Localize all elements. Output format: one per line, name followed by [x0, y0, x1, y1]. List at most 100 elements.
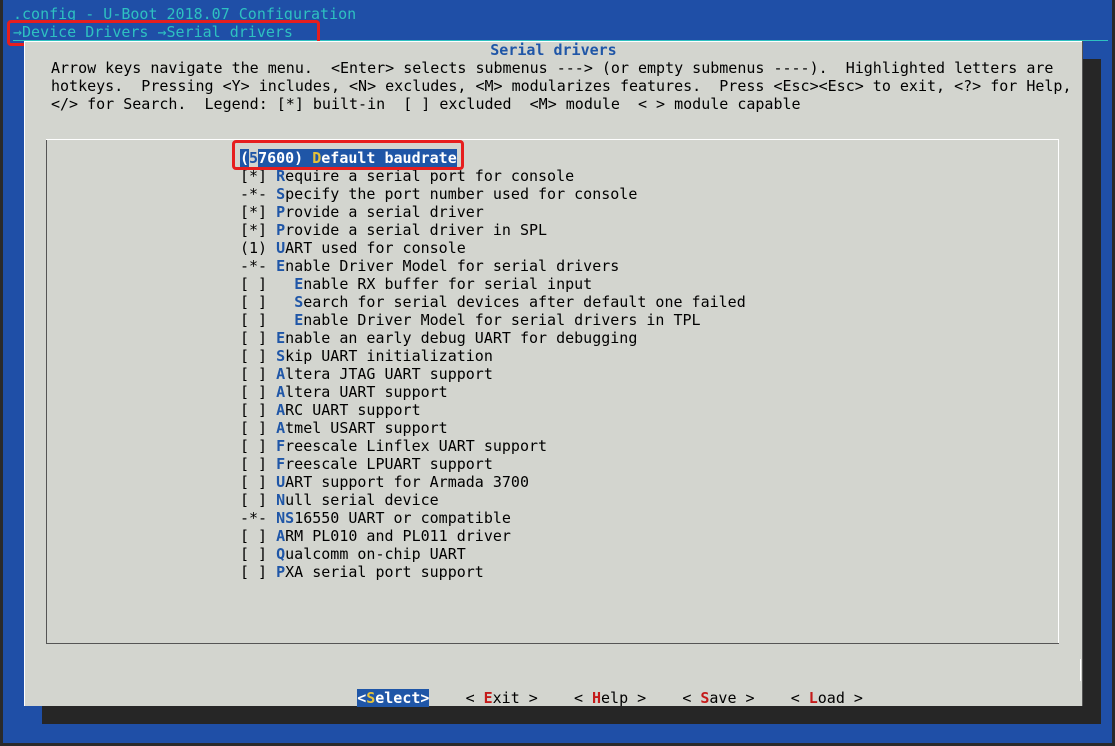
menu-item-state: [ ]	[240, 401, 277, 419]
menu-item-hotkey: E	[294, 311, 304, 329]
menu-item-hotkey: Q	[276, 545, 286, 563]
menu-item-label: nable an early debug UART for debugging	[285, 329, 638, 347]
menu-item[interactable]: [ ] UART support for Armada 3700	[240, 473, 746, 491]
menu-item-state: [*]	[240, 203, 277, 221]
menu-item-state: [ ]	[240, 437, 277, 455]
menu-item-hotkey: A	[276, 527, 286, 545]
menu-item[interactable]: [ ] Freescale Linflex UART support	[240, 437, 746, 455]
menu-item[interactable]: [ ] Skip UART initialization	[240, 347, 746, 365]
selected-item-highlight-box	[232, 140, 464, 170]
button-bracket: >	[519, 689, 538, 707]
button-label: elect	[375, 689, 421, 707]
button-label: elp	[601, 689, 629, 707]
help-button[interactable]: < Help >	[574, 689, 646, 707]
menu-item-state: [ ]	[240, 527, 277, 545]
menu-item-label: RM PL010 and PL011 driver	[285, 527, 511, 545]
menu-item[interactable]: [ ] Enable RX buffer for serial input	[240, 275, 746, 293]
menu-item-hotkey: A	[276, 419, 286, 437]
menu-item[interactable]: -*- Enable Driver Model for serial drive…	[240, 257, 746, 275]
help-text: Arrow keys navigate the menu. <Enter> se…	[51, 59, 1071, 113]
menu-item-label: RC UART support	[285, 401, 421, 419]
menu-item[interactable]: [ ] PXA serial port support	[240, 563, 746, 581]
menu-item-label: reescale LPUART support	[285, 455, 493, 473]
menu-item[interactable]: [ ] Enable Driver Model for serial drive…	[240, 311, 746, 329]
menu-item[interactable]: [ ] Qualcomm on-chip UART	[240, 545, 746, 563]
menu-item-state: [ ]	[240, 293, 277, 311]
menu-item-state: [ ]	[240, 275, 277, 293]
menu-item-state: -*-	[240, 257, 277, 275]
button-label: xit	[492, 689, 520, 707]
menu-item-hotkey: P	[276, 563, 286, 581]
menu-item[interactable]: [ ] ARM PL010 and PL011 driver	[240, 527, 746, 545]
button-label: oad	[817, 689, 845, 707]
help-line: Arrow keys navigate the menu. <Enter> se…	[51, 59, 1054, 77]
menu-item-indent	[276, 275, 294, 293]
button-hotkey: H	[592, 689, 602, 707]
button-bracket: <	[465, 689, 484, 707]
menu-item-state: [ ]	[240, 563, 277, 581]
menu-item-label: ART support for Armada 3700	[285, 473, 529, 491]
menu-box-corner-left	[46, 627, 47, 643]
load-button[interactable]: < Load >	[791, 689, 863, 707]
menu-item-state: (1)	[240, 239, 277, 257]
button-hotkey: S	[366, 689, 376, 707]
menu-item[interactable]: [ ] Freescale LPUART support	[240, 455, 746, 473]
menu-item-state: [ ]	[240, 329, 277, 347]
menu-item-hotkey: U	[276, 239, 286, 257]
menu-item-hotkey: A	[276, 365, 286, 383]
exit-button[interactable]: < Exit >	[466, 689, 538, 707]
menu-item[interactable]: [ ] Atmel USART support	[240, 419, 746, 437]
menu-item[interactable]: [ ] Search for serial devices after defa…	[240, 293, 746, 311]
dialog-border-right	[1082, 41, 1083, 706]
menu-item-hotkey: A	[276, 401, 286, 419]
menu-item-hotkey: NS	[276, 509, 295, 527]
menu-item[interactable]: [ ] Null serial device	[240, 491, 746, 509]
button-bracket: >	[628, 689, 647, 707]
menu-item[interactable]: [ ] Altera UART support	[240, 383, 746, 401]
menu-item-label: XA serial port support	[285, 563, 484, 581]
menu-item-hotkey: U	[276, 473, 286, 491]
menu-item[interactable]: [ ] Enable an early debug UART for debug…	[240, 329, 746, 347]
menu-item-state: [ ]	[240, 491, 277, 509]
menu-list: (57600) Default baudrate [*] Require a s…	[240, 149, 746, 581]
dialog-title: Serial drivers	[490, 41, 617, 59]
menu-item[interactable]: [*] Provide a serial driver	[240, 203, 746, 221]
menu-item-state: [ ]	[240, 455, 277, 473]
menu-item-hotkey: S	[294, 293, 304, 311]
menu-item-label: ART used for console	[285, 239, 466, 257]
button-bracket: <	[790, 689, 809, 707]
menu-item-hotkey: N	[276, 491, 286, 509]
button-bracket: >	[844, 689, 863, 707]
menu-item-hotkey: A	[276, 383, 286, 401]
menu-item-label: rovide a serial driver in SPL	[285, 221, 548, 239]
terminal-screen: .config - U-Boot 2018.07 Configuration →…	[0, 0, 1115, 746]
save-button[interactable]: < Save >	[682, 689, 754, 707]
menu-item-hotkey: F	[276, 437, 286, 455]
menu-item[interactable]: [*] Provide a serial driver in SPL	[240, 221, 746, 239]
menu-item-hotkey: P	[276, 203, 286, 221]
menu-item-label: tmel USART support	[285, 419, 448, 437]
dialog-corner-right	[1080, 659, 1081, 681]
menu-item[interactable]: -*- NS16550 UART or compatible	[240, 509, 746, 527]
menu-item-label: ull serial device	[285, 491, 439, 509]
menu-item-state: [*]	[240, 221, 277, 239]
menu-item-label: kip UART initialization	[285, 347, 493, 365]
button-hotkey: L	[808, 689, 818, 707]
select-button[interactable]: <Select>	[357, 689, 430, 707]
menu-item-label: nable Driver Model for serial drivers in…	[303, 311, 701, 329]
menu-item[interactable]: [ ] ARC UART support	[240, 401, 746, 419]
menu-item[interactable]: -*- Specify the port number used for con…	[240, 185, 746, 203]
menu-item-hotkey: S	[276, 185, 286, 203]
menu-item-hotkey: P	[276, 221, 286, 239]
menu-item[interactable]: [ ] Altera JTAG UART support	[240, 365, 746, 383]
menu-item-hotkey: E	[294, 275, 304, 293]
menu-item-hotkey: F	[276, 455, 286, 473]
menu-item-state: -*-	[240, 185, 277, 203]
menu-item-state: [ ]	[240, 311, 277, 329]
menu-item-label: 16550 UART or compatible	[294, 509, 511, 527]
menu-item-hotkey: E	[276, 257, 286, 275]
button-bracket: <	[357, 689, 367, 707]
button-bar: <Select> < Exit > < Help > < Save > < Lo…	[303, 671, 863, 725]
menu-item[interactable]: (1) UART used for console	[240, 239, 746, 257]
dialog-border-left	[24, 41, 25, 706]
